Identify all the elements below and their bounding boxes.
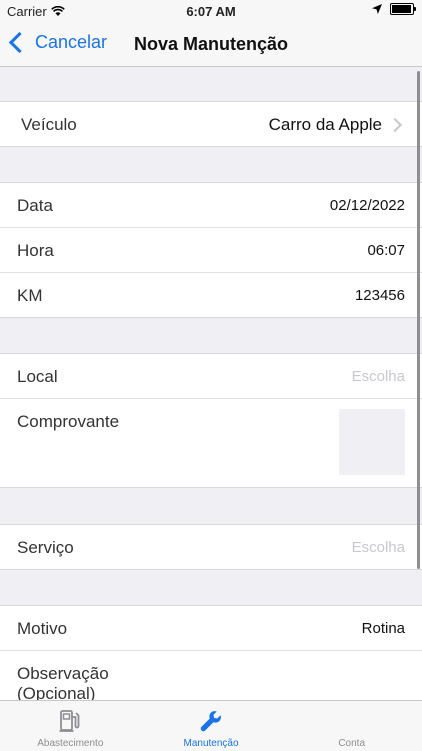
receipt-label: Comprovante	[17, 412, 120, 431]
vehicle-value: Carro da Apple	[268, 115, 382, 134]
battery-icon	[390, 3, 416, 15]
date-label: Data	[17, 196, 53, 215]
chevron-right-icon	[387, 117, 403, 133]
time-row[interactable]: Hora 06:07	[0, 228, 422, 273]
tab-conta[interactable]: Conta	[281, 701, 422, 751]
clock: 6:07 AM	[186, 4, 236, 19]
tab-conta-label: Conta	[338, 738, 366, 749]
status-bar: Carrier 6:07 AM	[0, 0, 422, 22]
tab-abastecimento-label: Abastecimento	[37, 738, 104, 749]
time-value: 06:07	[367, 242, 405, 259]
form-content[interactable]: Veículo Carro da Apple Data 02/12/2022 H…	[0, 67, 422, 700]
tab-bar: Abastecimento Manutenção Conta	[0, 700, 422, 751]
km-row[interactable]: KM 123456	[0, 273, 422, 317]
km-value: 123456	[354, 287, 405, 304]
location-arrow-icon	[372, 4, 382, 14]
service-row[interactable]: Serviço Escolha	[0, 525, 422, 569]
observation-row[interactable]: Observação (Opcional)	[0, 651, 422, 700]
observation-label-line1: Observação	[17, 664, 109, 683]
vehicle-label: Veículo	[21, 115, 77, 134]
page-title: Nova Manutenção	[133, 34, 289, 54]
tab-manutencao-label: Manutenção	[183, 738, 239, 749]
time-label: Hora	[17, 241, 54, 260]
status-indicators	[372, 3, 416, 15]
local-row[interactable]: Local Escolha	[0, 354, 422, 399]
fuel-pump-icon	[59, 710, 80, 732]
service-label: Serviço	[17, 538, 74, 557]
details-section: Data 02/12/2022 Hora 06:07 KM 123456	[0, 182, 422, 318]
receipt-image-placeholder[interactable]	[339, 409, 405, 475]
tab-manutencao[interactable]: Manutenção	[141, 701, 282, 751]
place-section: Local Escolha Comprovante	[0, 353, 422, 488]
date-value: 02/12/2022	[329, 197, 405, 214]
reason-label: Motivo	[17, 619, 68, 638]
local-label: Local	[17, 367, 58, 386]
wrench-icon	[200, 711, 221, 732]
service-section: Serviço Escolha	[0, 524, 422, 570]
navigation-bar: Cancelar Nova Manutenção	[0, 22, 422, 67]
reason-row[interactable]: Motivo Rotina	[0, 606, 422, 651]
receipt-row: Comprovante	[0, 399, 422, 487]
scrollbar[interactable]	[417, 71, 420, 569]
observation-label: Observação (Opcional)	[17, 664, 109, 700]
date-row[interactable]: Data 02/12/2022	[0, 183, 422, 228]
observation-label-line2: (Opcional)	[17, 684, 96, 700]
reason-section: Motivo Rotina Observação (Opcional)	[0, 605, 422, 700]
service-placeholder: Escolha	[351, 539, 405, 556]
km-label: KM	[17, 286, 43, 305]
local-placeholder: Escolha	[351, 368, 405, 385]
vehicle-section: Veículo Carro da Apple	[0, 101, 422, 147]
reason-value: Rotina	[361, 620, 405, 637]
tab-abastecimento[interactable]: Abastecimento	[0, 701, 141, 751]
vehicle-row[interactable]: Veículo Carro da Apple	[0, 102, 422, 146]
